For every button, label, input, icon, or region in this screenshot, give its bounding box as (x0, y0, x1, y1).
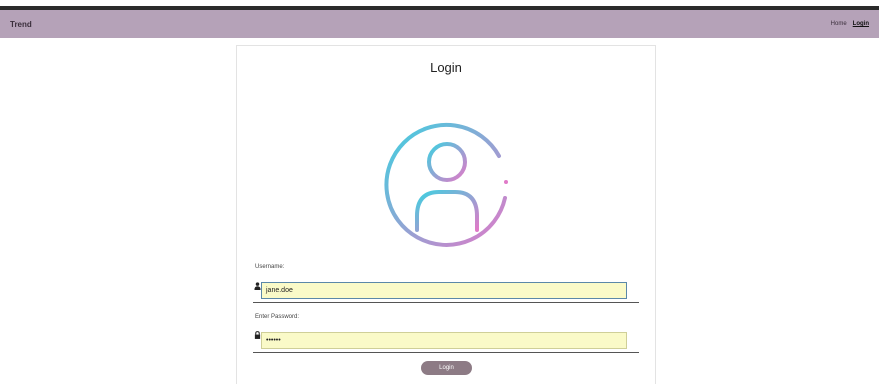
nav-links: Home Login (831, 21, 869, 27)
nav-link-login[interactable]: Login (853, 21, 869, 27)
password-underline (253, 352, 639, 353)
login-card: Login Username: jane.doe Enter Password:… (236, 45, 656, 384)
brand-logo[interactable]: Trend (10, 20, 32, 29)
nav-link-home[interactable]: Home (831, 21, 847, 27)
login-button[interactable]: Login (421, 361, 472, 375)
page-title: Login (430, 60, 462, 75)
username-input[interactable]: jane.doe (261, 282, 627, 299)
user-icon (254, 282, 261, 290)
page-top-strip (0, 0, 879, 10)
user-avatar-icon (384, 122, 508, 247)
username-underline (253, 302, 639, 303)
password-input[interactable]: •••••• (261, 332, 627, 349)
lock-icon (254, 331, 261, 339)
password-label: Enter Password: (255, 314, 300, 320)
username-label: Username: (255, 264, 285, 270)
navbar: Trend Home Login (0, 10, 879, 38)
